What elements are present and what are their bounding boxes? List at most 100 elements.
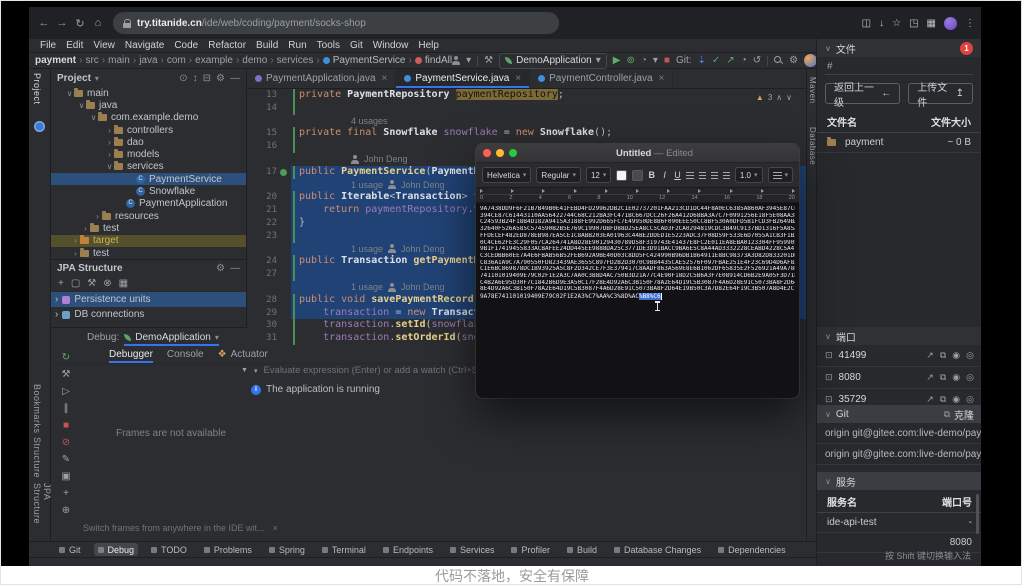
breadcrumb-item[interactable]: example <box>195 55 233 66</box>
locate-icon[interactable]: ⊙ <box>179 73 187 84</box>
close-hint-icon[interactable]: × <box>273 523 278 533</box>
line-spacing-select[interactable]: 1.0▾ <box>735 167 763 183</box>
pause-icon[interactable]: ∥ <box>64 403 69 414</box>
tree-chevron-icon[interactable]: › <box>71 236 80 245</box>
user-caret-icon[interactable]: ▾ <box>466 55 471 66</box>
tab-stop-icon[interactable] <box>542 189 545 193</box>
textedit-titlebar[interactable]: Untitled — Edited <box>476 144 799 163</box>
settings-icon[interactable]: ⚒ <box>62 369 71 380</box>
project-panel-title[interactable]: Project <box>57 73 91 84</box>
debug-tab-console[interactable]: Console <box>167 346 204 363</box>
zoom-window-icon[interactable] <box>509 149 517 157</box>
status-item-profiler[interactable]: Profiler <box>507 543 554 556</box>
status-item-debug[interactable]: Debug <box>94 543 139 556</box>
font-size-select[interactable]: 12▾ <box>586 167 611 183</box>
tree-item[interactable]: ›test <box>51 247 246 259</box>
close-tab-icon[interactable]: × <box>515 73 521 84</box>
line-number[interactable]: 24 <box>247 255 277 268</box>
run-config-selector[interactable]: DemoApplication ▾ <box>499 53 607 69</box>
line-number[interactable]: 21 <box>247 204 277 217</box>
debug-tab-actuator[interactable]: ❖Actuator <box>218 346 268 363</box>
line-number[interactable]: 16 <box>247 140 277 153</box>
bold-button[interactable]: B <box>648 170 656 180</box>
status-item-todo[interactable]: TODO <box>147 543 191 556</box>
coverage-icon[interactable]: ⊚ <box>626 55 634 66</box>
copy-address-icon[interactable]: ⧉ <box>940 394 946 405</box>
next-issue-icon[interactable]: ∨ <box>786 93 792 102</box>
line-number[interactable]: 14 <box>247 102 277 115</box>
clone-button[interactable]: ⧉ 克隆 <box>944 407 974 422</box>
tab-stop-icon[interactable] <box>605 189 608 193</box>
bookmark-star-icon[interactable]: ☆ <box>892 18 901 29</box>
breadcrumb-item[interactable]: src <box>85 55 98 66</box>
commit-icon[interactable]: ✓ <box>712 55 720 66</box>
editor-tab[interactable]: PaymentService.java× <box>396 69 530 88</box>
status-item-dependencies[interactable]: Dependencies <box>714 543 790 556</box>
resume-icon[interactable]: ▷ <box>62 386 70 397</box>
address-bar[interactable]: try.titanide.cn/ide/web/coding/payment/s… <box>113 12 559 34</box>
tool-tab-bookmarks[interactable]: Bookmarks <box>32 384 42 434</box>
file-row[interactable]: payment~ 0 B <box>817 133 981 153</box>
tree-chevron-icon[interactable]: ∨ <box>65 89 74 98</box>
code-text[interactable] <box>291 102 806 115</box>
tree-chevron-icon[interactable]: › <box>105 126 114 135</box>
ports-section-header[interactable]: ∨ 端口 <box>817 327 981 345</box>
tree-item[interactable]: CPaymentApplication <box>51 198 246 210</box>
close-tab-icon[interactable]: × <box>659 73 665 84</box>
tree-chevron-icon[interactable]: ∨ <box>77 101 86 110</box>
profiler-icon[interactable]: ◔ <box>641 55 647 66</box>
menu-code[interactable]: Code <box>169 40 203 51</box>
extensions-icon[interactable]: ◳ <box>909 18 918 29</box>
debug-config-tab[interactable]: DemoApplication ▾ <box>124 328 219 346</box>
update-project-icon[interactable]: ⇣ <box>698 55 706 66</box>
tab-stop-icon[interactable] <box>761 189 764 193</box>
line-number[interactable]: 30 <box>247 319 277 332</box>
align-left-icon[interactable] <box>686 172 693 179</box>
close-window-icon[interactable] <box>483 149 491 157</box>
port-info-icon[interactable]: ◉ <box>952 394 960 405</box>
filter-icon[interactable]: ▼ <box>241 367 248 374</box>
minimize-window-icon[interactable] <box>496 149 504 157</box>
background-color-well[interactable] <box>632 170 643 181</box>
services-section-header[interactable]: ∨ 服务 <box>817 472 981 490</box>
line-number[interactable]: 17 <box>247 166 277 179</box>
run-icon[interactable]: ▶ <box>613 55 621 66</box>
prev-issue-icon[interactable]: ∧ <box>776 93 782 102</box>
align-justify-icon[interactable] <box>723 172 730 179</box>
reload-icon[interactable]: ↻ <box>71 17 89 30</box>
tree-item[interactable]: ›controllers <box>51 124 246 136</box>
copy-address-icon[interactable]: ⧉ <box>940 372 946 383</box>
code-line[interactable]: 15private final Snowflake snowflake = ne… <box>247 127 806 140</box>
tree-chevron-icon[interactable]: ∨ <box>105 162 114 171</box>
menu-file[interactable]: File <box>35 40 61 51</box>
tree-item[interactable]: ›resources <box>51 210 246 222</box>
close-icon[interactable]: ⊗ <box>103 278 111 289</box>
tool-tab-project[interactable]: Project <box>32 73 42 105</box>
breadcrumb-item[interactable]: services <box>277 55 314 66</box>
inspections-widget[interactable]: ▲ 3 ∧ ∨ <box>756 93 792 102</box>
downloads-icon[interactable]: ↓ <box>879 18 884 29</box>
back-parent-button[interactable]: 返回上一级 ← <box>825 83 900 104</box>
debug-tab-debugger[interactable]: Debugger <box>109 346 153 363</box>
line-number[interactable]: 29 <box>247 307 277 320</box>
hide-panel-icon[interactable]: — <box>230 73 240 84</box>
forward-icon[interactable]: → <box>53 17 71 29</box>
tab-groups-icon[interactable]: ◫ <box>862 18 871 29</box>
status-item-problems[interactable]: Problems <box>200 543 256 556</box>
menu-window[interactable]: Window <box>368 40 414 51</box>
textedit-window[interactable]: Untitled — Edited Helvetica▾ Regular▾ 12… <box>476 144 799 398</box>
collapse-icon[interactable]: ∨ <box>825 410 831 419</box>
breadcrumb-item[interactable]: java <box>139 55 157 66</box>
settings-gear-icon[interactable]: ⚙ <box>789 55 798 66</box>
project-caret-icon[interactable]: ▾ <box>95 74 99 83</box>
breadcrumb-item[interactable]: com <box>167 55 186 66</box>
tree-item[interactable]: CSnowflake <box>51 185 246 197</box>
jpa-chevron-icon[interactable]: › <box>55 294 58 305</box>
usage-count[interactable]: 1 usage <box>351 179 383 192</box>
font-family-select[interactable]: Helvetica▾ <box>482 167 531 183</box>
collapse-icon[interactable]: ∨ <box>825 332 831 341</box>
editor-tab[interactable]: PaymentApplication.java× <box>247 69 396 88</box>
usage-count[interactable]: 4 usages <box>351 115 388 128</box>
snapshot-icon[interactable]: ▣ <box>61 471 70 482</box>
open-in-browser-icon[interactable]: ↗ <box>926 372 934 383</box>
